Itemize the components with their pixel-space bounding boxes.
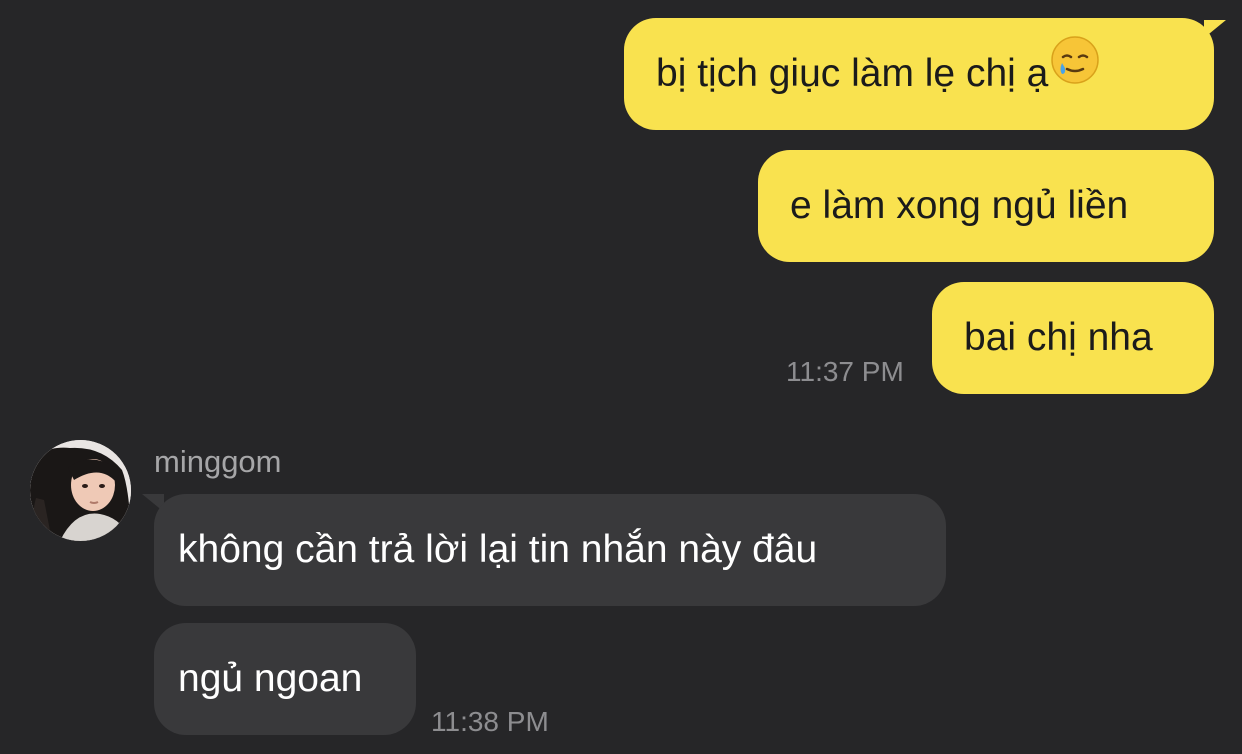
incoming-message[interactable]: không cần trả lời lại tin nhắn này đâu (154, 494, 946, 606)
chat-conversation[interactable]: bị tịch giục làm lẹ chị ạ e làm xong ngủ… (0, 0, 1242, 754)
outgoing-message[interactable]: bai chị nha (932, 282, 1214, 394)
message-text: bị tịch giục làm lẹ chị ạ (656, 52, 1049, 95)
message-text: bai chị nha (964, 316, 1153, 359)
incoming-timestamp: 11:38 PM (431, 706, 549, 737)
avatar-photo-icon (30, 440, 131, 541)
incoming-message[interactable]: ngủ ngoan (154, 623, 416, 735)
sender-name: minggom (154, 444, 282, 479)
message-text: e làm xong ngủ liền (790, 184, 1129, 227)
sender-avatar[interactable] (30, 440, 131, 541)
outgoing-message[interactable]: e làm xong ngủ liền (758, 150, 1214, 262)
message-text: ngủ ngoan (178, 657, 363, 700)
sad-relieved-face-emoji-icon (1050, 17, 1100, 129)
outgoing-message[interactable]: bị tịch giục làm lẹ chị ạ (624, 18, 1214, 130)
outgoing-timestamp: 11:37 PM (786, 356, 904, 387)
message-text: không cần trả lời lại tin nhắn này đâu (178, 528, 818, 571)
